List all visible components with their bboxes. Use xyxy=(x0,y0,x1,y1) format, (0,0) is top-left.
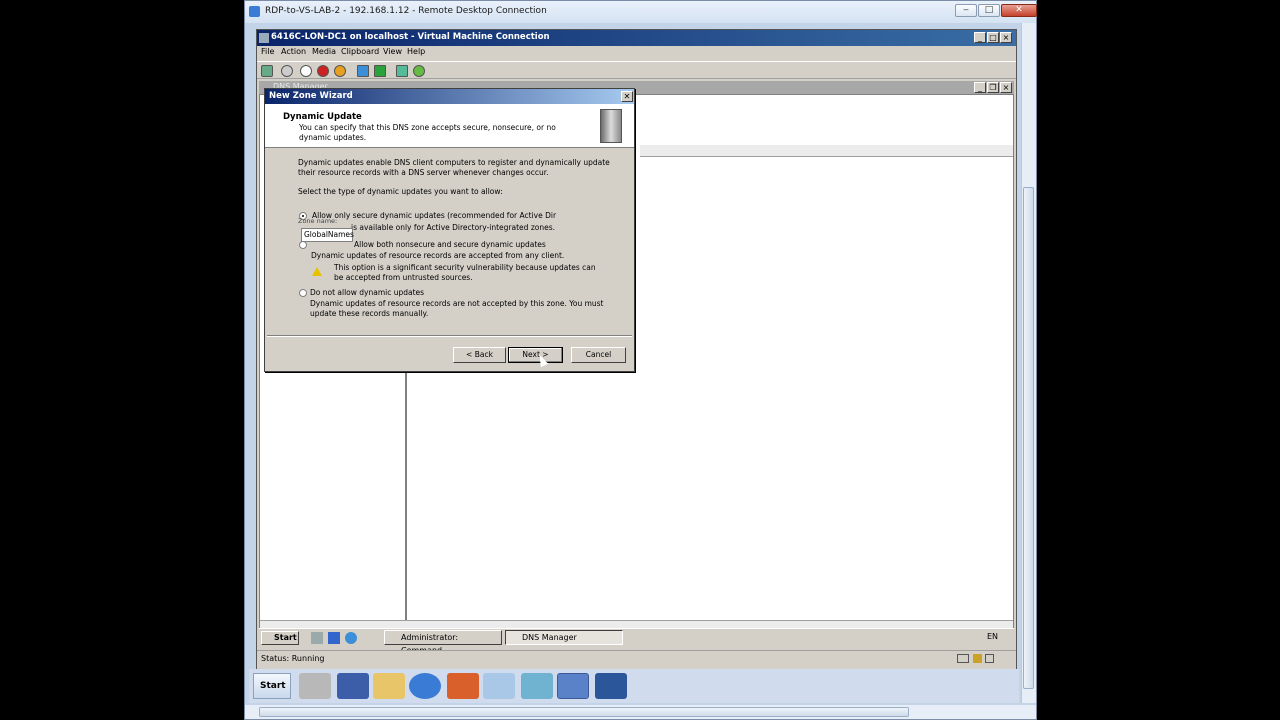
close-button[interactable]: ✕ xyxy=(1001,4,1037,17)
host-start-button[interactable]: Start xyxy=(253,673,291,699)
network-icon[interactable] xyxy=(521,673,553,699)
cancel-button[interactable]: Cancel xyxy=(571,347,626,363)
host-taskbar: Start xyxy=(249,669,1019,703)
save-icon[interactable] xyxy=(334,65,346,77)
lock-icon xyxy=(973,654,982,663)
wizard-separator xyxy=(267,335,632,337)
keyboard-icon xyxy=(957,654,969,663)
option-no-updates-label[interactable]: Do not allow dynamic updates xyxy=(310,288,424,297)
start-icon[interactable] xyxy=(281,65,293,77)
wizard-title: New Zone Wizard xyxy=(269,91,353,101)
internet-explorer-icon[interactable] xyxy=(409,673,441,699)
back-button[interactable]: < Back xyxy=(453,347,506,363)
language-indicator[interactable]: EN xyxy=(987,632,998,641)
host-vertical-scroll-thumb[interactable] xyxy=(1023,187,1034,689)
turn-off-icon[interactable] xyxy=(300,65,312,77)
host-horizontal-scroll-thumb[interactable] xyxy=(259,707,909,717)
vm-status-bar: Status: Running xyxy=(257,650,1016,666)
resume-icon[interactable] xyxy=(374,65,386,77)
notepad-icon[interactable] xyxy=(483,673,515,699)
shutdown-icon[interactable] xyxy=(317,65,329,77)
vm-title: 6416C-LON-DC1 on localhost - Virtual Mac… xyxy=(271,32,550,42)
snapshot-icon[interactable] xyxy=(396,65,408,77)
vm-maximize-button[interactable]: □ xyxy=(987,32,999,43)
wizard-header: Dynamic Update You can specify that this… xyxy=(265,104,634,148)
powershell-app-icon[interactable] xyxy=(337,673,369,699)
revert-icon[interactable] xyxy=(413,65,425,77)
menu-help[interactable]: Help xyxy=(407,47,425,56)
vm-menubar: File Action Media Clipboard View Help xyxy=(257,46,1016,60)
rdp-title: RDP-to-VS-LAB-2 - 192.168.1.12 - Remote … xyxy=(265,6,547,16)
zone-name-label: Zone name: xyxy=(298,217,338,225)
warning-icon xyxy=(312,267,322,276)
vm-app-icon xyxy=(259,33,269,43)
menu-clipboard[interactable]: Clipboard xyxy=(341,47,379,56)
menu-file[interactable]: File xyxy=(261,47,274,56)
explorer-icon[interactable] xyxy=(345,632,357,644)
option-secure-only-label[interactable]: Allow only secure dynamic updates (recom… xyxy=(312,211,556,220)
minimize-button[interactable]: ‒ xyxy=(955,4,977,17)
ctrl-alt-del-icon[interactable] xyxy=(261,65,273,77)
computer-icon[interactable] xyxy=(299,673,331,699)
taskbar-dns-manager[interactable]: DNS Manager xyxy=(505,630,623,645)
option-nonsecure-desc: Dynamic updates of resource records are … xyxy=(311,251,565,260)
vm-status-text: Status: Running xyxy=(261,654,325,663)
option-no-updates-desc: Dynamic updates of resource records are … xyxy=(310,299,604,318)
menu-view[interactable]: View xyxy=(383,47,402,56)
wizard-subheading: You can specify that this DNS zone accep… xyxy=(299,123,556,142)
integration-icon xyxy=(985,654,994,663)
vm-titlebar[interactable]: 6416C-LON-DC1 on localhost - Virtual Mac… xyxy=(257,30,1016,46)
security-warning: This option is a significant security vu… xyxy=(334,263,596,282)
powerpoint-icon[interactable] xyxy=(447,673,479,699)
remote-desktop-icon[interactable] xyxy=(557,673,589,699)
dns-minimize-button[interactable]: _ xyxy=(974,82,986,93)
vm-toolbar xyxy=(257,61,1016,79)
powershell-icon[interactable] xyxy=(328,632,340,644)
radio-nonsecure-and-secure[interactable] xyxy=(299,241,307,249)
guest-taskbar: Start Administrator: Command... DNS Mana… xyxy=(259,628,1014,655)
wizard-close-button[interactable]: ✕ xyxy=(621,91,633,102)
menu-media[interactable]: Media xyxy=(312,47,336,56)
new-zone-wizard-dialog: New Zone Wizard ✕ Dynamic Update You can… xyxy=(264,88,635,372)
dns-list-header[interactable] xyxy=(640,145,1013,157)
server-manager-icon[interactable] xyxy=(311,632,323,644)
zone-name-tooltip: GlobalNames xyxy=(301,228,354,242)
server-icon xyxy=(600,109,622,143)
rdp-titlebar[interactable]: RDP-to-VS-LAB-2 - 192.168.1.12 - Remote … xyxy=(245,1,1037,23)
dns-restore-button[interactable]: ❐ xyxy=(987,82,999,93)
taskbar-command-prompt[interactable]: Administrator: Command... xyxy=(384,630,502,655)
vm-minimize-button[interactable]: _ xyxy=(974,32,986,43)
word-icon[interactable] xyxy=(595,673,627,699)
wizard-titlebar[interactable]: New Zone Wizard ✕ xyxy=(265,89,634,104)
maximize-button[interactable]: □ xyxy=(978,4,1000,17)
dns-close-button[interactable]: × xyxy=(1000,82,1012,93)
select-type-label: Select the type of dynamic updates you w… xyxy=(298,187,503,196)
rdp-app-icon xyxy=(249,6,260,17)
vm-close-button[interactable]: × xyxy=(1000,32,1012,43)
pause-icon[interactable] xyxy=(357,65,369,77)
menu-action[interactable]: Action xyxy=(281,47,306,56)
option-nonsecure-label[interactable]: Allow both nonsecure and secure dynamic … xyxy=(354,240,546,249)
radio-no-updates[interactable] xyxy=(299,289,307,297)
folder-icon[interactable] xyxy=(373,673,405,699)
wizard-heading: Dynamic Update xyxy=(283,112,362,122)
option-secure-only-desc: is available only for Active Directory-i… xyxy=(351,223,555,232)
guest-start-button[interactable]: Start xyxy=(261,631,299,645)
wizard-description: Dynamic updates enable DNS client comput… xyxy=(298,158,610,177)
